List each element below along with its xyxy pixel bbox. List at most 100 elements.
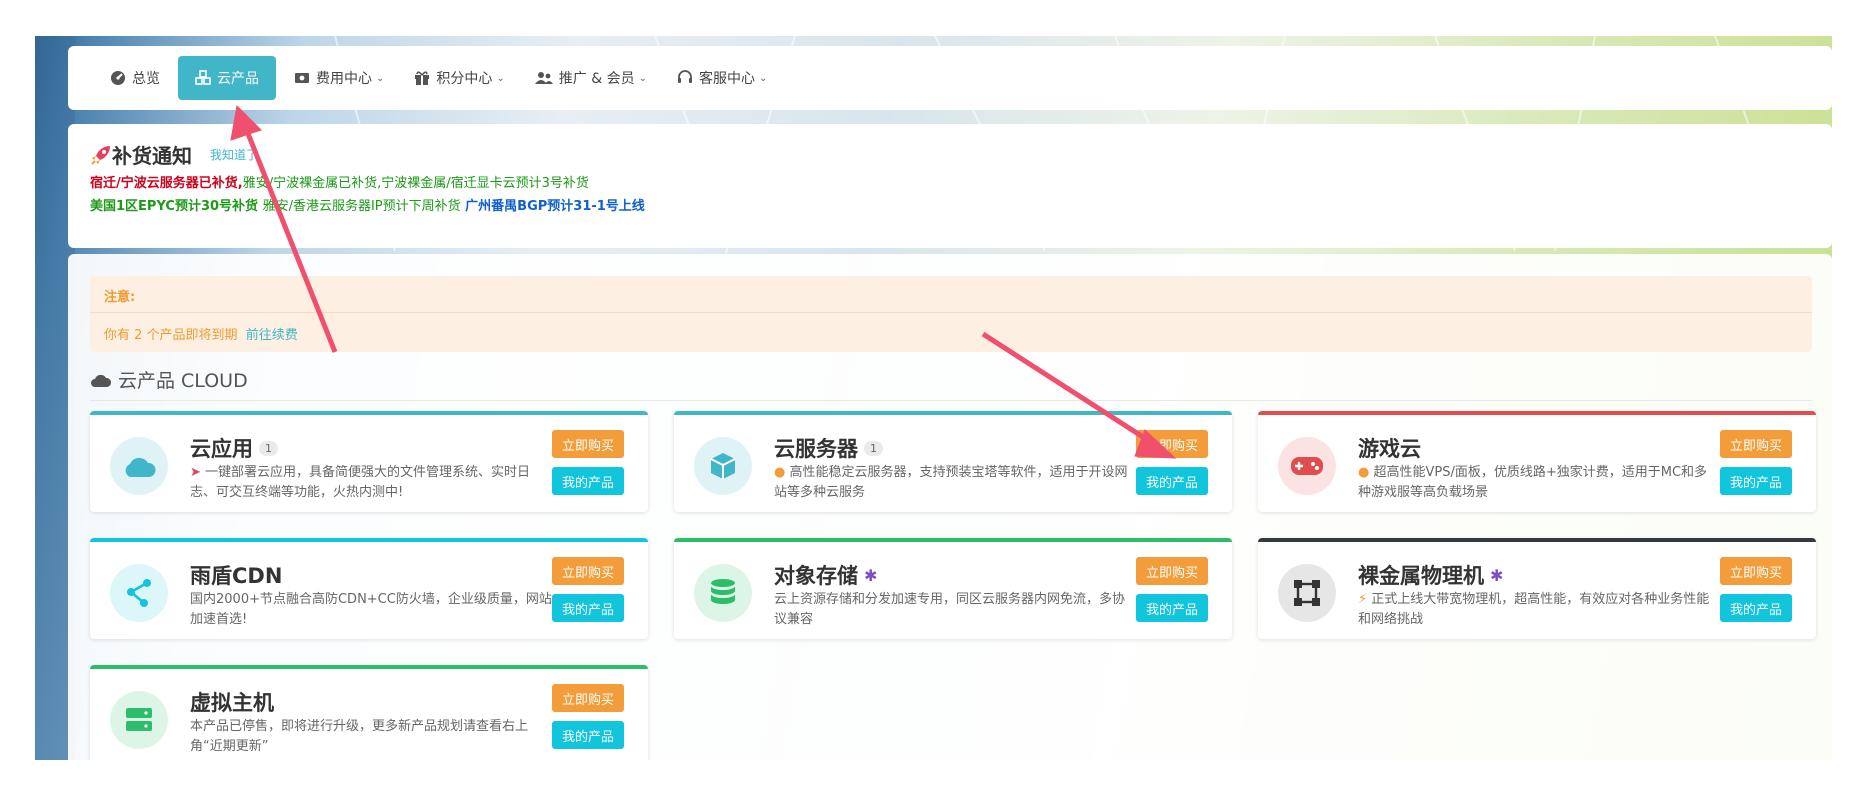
- card-desc-text: 云上资源存储和分发加速专用，同区云服务器内网免流，多协议兼容: [774, 592, 1126, 627]
- notice-title: 补货通知 我知道了: [90, 140, 258, 169]
- card-description: 本产品已停售，即将进行升级，更多新产品规划请查看右上角“近期更新”: [190, 717, 552, 757]
- nav-support-label: 客服中心: [699, 71, 755, 87]
- nav-affiliate[interactable]: 推广 & 会员 ⌄: [523, 56, 659, 100]
- chevron-down-icon: ⌄: [638, 72, 647, 84]
- card-title: 云应用 1: [190, 433, 278, 463]
- product-card-virtual-host: 虚拟主机 本产品已停售，即将进行升级，更多新产品规划请查看右上角“近期更新” 立…: [90, 665, 648, 760]
- card-icon-wrap: [694, 437, 752, 495]
- renew-link[interactable]: 前往续费: [246, 328, 298, 343]
- alert-title: 注意:: [104, 290, 136, 305]
- product-card-game-cloud: 游戏云 ● 超高性能VPS/面板，优质线路+独家计费，适用于MC和多种游戏服等高…: [1258, 411, 1816, 512]
- notice-line-1: 宿迁/宁波云服务器已补货,雅安/宁波裸金属已补货,宁波裸金属/宿迁显卡云预计3号…: [90, 172, 589, 191]
- card-description: 国内2000+节点融合高防CDN+CC防火墙，企业级质量，网站加速首选!: [190, 590, 552, 630]
- chevron-down-icon: ⌄: [759, 72, 768, 84]
- card-title-text: 雨盾CDN: [190, 564, 283, 588]
- my-products-button[interactable]: 我的产品: [552, 594, 624, 622]
- share-nodes-icon: [127, 579, 151, 607]
- card-title: 裸金属物理机 ✱: [1358, 560, 1503, 590]
- buy-now-button[interactable]: 立即购买: [1720, 557, 1792, 585]
- app-window: 总览 云产品 费用中心 ⌄ 积分中心 ⌄ 推广 & 会员 ⌄ 客服中心 ⌄ 补货…: [35, 36, 1832, 760]
- card-description: ⚡ 正式上线大带宽物理机，超高性能，有效应对各种业务性能和网络挑战: [1358, 590, 1720, 630]
- party-icon: ✱: [864, 565, 878, 585]
- alert-divider: [90, 312, 1812, 313]
- product-card-cloud-server: 云服务器 1 ● 高性能稳定云服务器，支持预装宝塔等软件，适用于开设网站等多种云…: [674, 411, 1232, 512]
- notice-text-green-3: 雅安/香港云服务器IP预计下周补货: [262, 199, 461, 214]
- product-card-object-storage: 对象存储 ✱ 云上资源存储和分发加速专用，同区云服务器内网免流，多协议兼容 立即…: [674, 538, 1232, 639]
- card-title: 虚拟主机: [190, 687, 274, 717]
- card-title-text: 对象存储: [774, 564, 858, 588]
- card-icon-wrap: [110, 564, 168, 622]
- card-title-text: 云服务器: [774, 437, 858, 461]
- section-divider: [90, 400, 1812, 401]
- card-description: ● 超高性能VPS/面板，优质线路+独家计费，适用于MC和多种游戏服等高负载场景: [1358, 463, 1720, 503]
- nav-affiliate-label: 推广 & 会员: [558, 71, 635, 87]
- card-icon-wrap: [110, 691, 168, 749]
- headset-icon: [678, 70, 692, 83]
- card-title-text: 裸金属物理机: [1358, 564, 1484, 588]
- notice-line-2: 美国1区EPYC预计30号补货 雅安/香港云服务器IP预计下周补货 广州番禺BG…: [90, 195, 645, 214]
- card-desc-text: 国内2000+节点融合高防CDN+CC防火墙，企业级质量，网站加速首选!: [190, 592, 552, 627]
- gamepad-icon: [1291, 457, 1323, 475]
- nav-overview[interactable]: 总览: [98, 56, 172, 100]
- my-products-button[interactable]: 我的产品: [1720, 594, 1792, 622]
- section-title: 云产品 CLOUD: [90, 366, 248, 393]
- server-icon: [126, 708, 152, 731]
- card-description: 云上资源存储和分发加速专用，同区云服务器内网免流，多协议兼容: [774, 590, 1136, 630]
- count-badge: 1: [259, 440, 278, 456]
- card-desc-text: 高性能稳定云服务器，支持预装宝塔等软件，适用于开设网站等多种云服务: [774, 465, 1128, 500]
- nav-cloud-products[interactable]: 云产品: [178, 56, 276, 100]
- box-icon: [710, 453, 736, 479]
- my-products-button[interactable]: 我的产品: [1136, 594, 1208, 622]
- card-title: 雨盾CDN: [190, 560, 282, 590]
- buy-now-button[interactable]: 立即购买: [1720, 430, 1792, 458]
- rocket-icon: [91, 145, 110, 165]
- cloud-icon: [125, 457, 156, 477]
- main-content: 注意: 你有 2 个产品即将到期 前往续费 云产品 CLOUD 云应用 1 ➤ …: [68, 254, 1832, 760]
- buy-now-button[interactable]: 立即购买: [1136, 430, 1208, 458]
- rocket-icon: ➤: [190, 465, 201, 480]
- top-navbar: 总览 云产品 费用中心 ⌄ 积分中心 ⌄ 推广 & 会员 ⌄ 客服中心 ⌄: [68, 46, 1832, 110]
- my-products-button[interactable]: 我的产品: [1136, 467, 1208, 495]
- buy-now-button[interactable]: 立即购买: [1136, 557, 1208, 585]
- notice-text-blue: 广州番禺BGP预计31-1号上线: [465, 199, 645, 214]
- money-icon: [295, 73, 309, 83]
- fire-icon: ●: [1358, 465, 1370, 480]
- count-badge: 1: [864, 440, 883, 456]
- buy-now-button[interactable]: 立即购买: [552, 430, 624, 458]
- card-title: 云服务器 1: [774, 433, 883, 463]
- card-desc-text: 本产品已停售，即将进行升级，更多新产品规划请查看右上角“近期更新”: [190, 719, 529, 754]
- card-desc-text: 超高性能VPS/面板，优质线路+独家计费，适用于MC和多种游戏服等高负载场景: [1358, 465, 1708, 500]
- alert-message: 你有 2 个产品即将到期: [104, 328, 238, 343]
- alert-message-row: 你有 2 个产品即将到期 前往续费: [104, 324, 298, 343]
- card-title-text: 云应用: [190, 437, 253, 461]
- notice-text-red: 宿迁/宁波云服务器已补货,: [90, 176, 243, 191]
- product-card-cloud-app: 云应用 1 ➤ 一键部署云应用，具备简便强大的文件管理系统、实时日志、可交互终端…: [90, 411, 648, 512]
- cloud-icon: [91, 374, 112, 387]
- product-card-cdn: 雨盾CDN 国内2000+节点融合高防CDN+CC防火墙，企业级质量，网站加速首…: [90, 538, 648, 639]
- my-products-button[interactable]: 我的产品: [552, 467, 624, 495]
- card-icon-wrap: [1278, 564, 1336, 622]
- buy-now-button[interactable]: 立即购买: [552, 684, 624, 712]
- card-description: ➤ 一键部署云应用，具备简便强大的文件管理系统、实时日志、可交互终端等功能，火热…: [190, 463, 552, 503]
- notice-ack-link[interactable]: 我知道了: [210, 146, 258, 163]
- nav-billing-label: 费用中心: [316, 71, 372, 87]
- card-title-text: 虚拟主机: [190, 691, 274, 715]
- party-icon: ✱: [1490, 565, 1504, 585]
- my-products-button[interactable]: 我的产品: [1720, 467, 1792, 495]
- card-desc-text: 一键部署云应用，具备简便强大的文件管理系统、实时日志、可交互终端等功能，火热内测…: [190, 465, 531, 500]
- chevron-down-icon: ⌄: [376, 72, 385, 84]
- expiry-alert: 注意: 你有 2 个产品即将到期 前往续费: [90, 276, 1812, 352]
- chevron-down-icon: ⌄: [496, 72, 505, 84]
- nav-billing[interactable]: 费用中心 ⌄: [282, 56, 396, 100]
- notice-title-text: 补货通知: [112, 144, 192, 168]
- card-icon-wrap: [694, 564, 752, 622]
- bolt-icon: ⚡: [1358, 592, 1368, 607]
- fire-icon: ●: [774, 465, 786, 480]
- notice-text-green: 雅安/宁波裸金属已补货,宁波裸金属/宿迁显卡云预计3号补货: [242, 176, 589, 191]
- nav-support[interactable]: 客服中心 ⌄: [665, 56, 779, 100]
- nav-points[interactable]: 积分中心 ⌄: [402, 56, 516, 100]
- my-products-button[interactable]: 我的产品: [552, 721, 624, 749]
- users-icon: [534, 72, 553, 84]
- buy-now-button[interactable]: 立即购买: [552, 557, 624, 585]
- restock-notice-panel: 补货通知 我知道了 宿迁/宁波云服务器已补货,雅安/宁波裸金属已补货,宁波裸金属…: [68, 124, 1832, 248]
